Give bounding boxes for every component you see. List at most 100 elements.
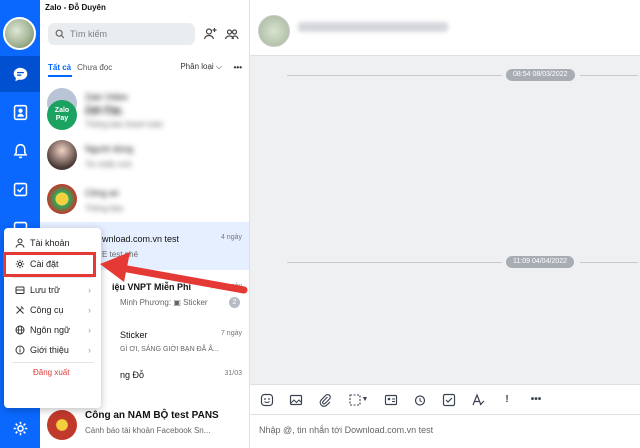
checkbox-icon [13, 182, 27, 196]
conversation-preview: Cảnh báo tài khoản Facebook Sn... [85, 426, 211, 435]
create-group-icon[interactable] [224, 26, 240, 42]
zalopay-logo: Zalo Pay [47, 100, 77, 130]
classify-label: Phân loại [180, 62, 214, 71]
alarm-clock-icon [414, 394, 426, 406]
search-icon [55, 29, 65, 39]
highlight-box [3, 252, 96, 277]
menu-item-label: Giới thiệu [30, 345, 69, 355]
menu-divider [12, 277, 94, 278]
exclamation-icon: ! [505, 394, 509, 405]
contact-card-button[interactable] [382, 391, 400, 409]
chevron-down-icon: ⌵ [215, 62, 222, 71]
menu-item-language[interactable]: Ngôn ngữ › [4, 320, 101, 340]
group-avatar[interactable] [258, 15, 290, 47]
composer-toolbar: ▼ ! ••• [250, 384, 640, 414]
date-separator: 08:54 08/03/2022 [506, 69, 575, 81]
list-item[interactable]: Công an Thông báo [40, 176, 249, 224]
user-icon [15, 238, 25, 248]
tools-icon [16, 306, 24, 314]
menu-item-storage[interactable]: Lưu trữ › [4, 280, 101, 300]
reminder-button[interactable] [411, 391, 429, 409]
chevron-right-icon: › [88, 285, 91, 295]
menu-divider [12, 362, 94, 363]
search-input[interactable]: Tìm kiếm [48, 23, 195, 45]
menu-item-account[interactable]: Tài khoản [4, 233, 101, 253]
app-title: Zalo - Đỗ Duyên [45, 3, 106, 12]
conversation-name: Công an NAM BỘ test PANS [85, 410, 219, 421]
logout-button[interactable]: Đăng xuất [33, 368, 69, 377]
add-friend-icon[interactable] [202, 26, 218, 42]
contacts-icon [13, 104, 27, 120]
info-icon [15, 345, 25, 355]
conversation-time: 4 ngày [220, 234, 242, 241]
screenshot-button[interactable]: ▼ [345, 391, 371, 409]
classify-dropdown[interactable]: Phân loại ⌵ [180, 62, 222, 72]
format-text-button[interactable] [469, 391, 487, 409]
conversation-preview: Tin nhắn mới [85, 160, 132, 169]
rail-messages-button[interactable] [0, 56, 40, 92]
menu-item-about[interactable]: Giới thiệu › [4, 340, 101, 360]
tab-active-indicator [48, 75, 72, 77]
conversation-avatar [47, 140, 77, 170]
chevron-down-icon: ▼ [361, 396, 369, 403]
avatar[interactable] [3, 17, 36, 50]
menu-item-label: Tài khoản [30, 238, 70, 248]
conversation-name: Người dùng [85, 144, 133, 154]
sticker-button[interactable] [258, 391, 276, 409]
conversation-time: 31/03 [224, 370, 242, 377]
more-options-button[interactable]: ••• [234, 63, 242, 72]
rail-contacts-button[interactable] [0, 94, 40, 130]
important-button[interactable]: ! [498, 391, 516, 409]
annotation-arrow-icon [100, 252, 248, 294]
archive-icon [15, 286, 25, 294]
menu-item-label: Công cụ [30, 305, 64, 315]
tab-unread[interactable]: Chưa đọc [77, 63, 112, 72]
paperclip-icon [319, 393, 331, 407]
conversation-name: Sticker [120, 330, 148, 340]
rail-settings-button[interactable] [0, 410, 40, 446]
police-emblem-icon [47, 410, 77, 440]
divider [580, 75, 638, 76]
rail-notifications-button[interactable] [0, 133, 40, 169]
image-icon [289, 394, 303, 405]
checkbox-icon [442, 393, 456, 406]
gear-icon [13, 421, 27, 435]
chat-icon [13, 67, 27, 81]
divider [580, 262, 638, 263]
more-tools-button[interactable]: ••• [527, 391, 545, 409]
conversation-name: wnload.com.vn test [102, 234, 180, 244]
police-emblem-icon [47, 184, 77, 214]
bell-icon [13, 143, 27, 158]
conversation-name: ng Đỗ [120, 370, 145, 380]
rail-todo-button[interactable] [0, 171, 40, 207]
task-button[interactable] [440, 391, 458, 409]
chat-title-blurred [298, 22, 448, 32]
date-separator: 11:09 04/04/2022 [506, 256, 574, 268]
menu-item-label: Lưu trữ [30, 285, 61, 295]
menu-item-tools[interactable]: Công cụ › [4, 300, 101, 320]
attach-button[interactable] [316, 391, 334, 409]
text-format-icon [472, 392, 485, 405]
screenshot-icon [348, 393, 361, 406]
chat-header [250, 0, 640, 56]
sticker-icon [260, 393, 274, 406]
globe-icon [15, 325, 25, 335]
filter-tabs: Tất cả Chưa đọc Phân loại ⌵ ••• [48, 60, 244, 74]
conversation-name: Công an [85, 188, 120, 198]
search-placeholder: Tìm kiếm [70, 29, 107, 39]
more-icon: ••• [530, 394, 542, 405]
contact-card-icon [384, 394, 398, 405]
divider [287, 262, 502, 263]
chevron-right-icon: › [88, 305, 91, 315]
message-input[interactable]: Nhập @, tin nhắn tới Download.com.vn tes… [250, 414, 640, 448]
image-button[interactable] [287, 391, 305, 409]
conversation-preview: Thông báo [85, 204, 124, 213]
conversation-time: 7 ngày [220, 330, 242, 337]
tab-all[interactable]: Tất cả [48, 63, 71, 72]
list-item[interactable]: Công an NAM BỘ test PANS Cảnh báo tài kh… [40, 402, 249, 448]
list-item[interactable]: Người dùng Tin nhắn mới [40, 132, 249, 180]
chevron-right-icon: › [88, 345, 91, 355]
menu-item-label: Ngôn ngữ [30, 325, 71, 335]
chevron-right-icon: › [88, 325, 91, 335]
conversation-preview: Thông báo thanh toán [85, 120, 164, 129]
